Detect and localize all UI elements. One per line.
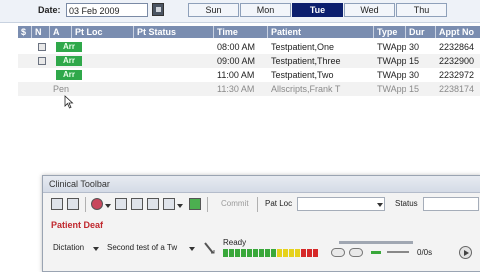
status-label: Status: [395, 199, 418, 208]
col-header-arrival[interactable]: A: [50, 26, 72, 38]
col-header-pt-status[interactable]: Pt Status: [134, 26, 214, 38]
mouse-cursor-icon: [64, 95, 74, 109]
cell-dur: 15: [409, 56, 420, 66]
table-row[interactable]: Pen 11:30 AM Allscripts,Frank T TWApp 15…: [18, 82, 480, 96]
pat-loc-label: Pat Loc: [265, 199, 293, 208]
col-header-time[interactable]: Time: [214, 26, 268, 38]
cell-patient[interactable]: Testpatient,Three: [268, 54, 374, 68]
cell-appt-no: 2232900: [439, 56, 475, 66]
cell-type: TWApp: [377, 70, 406, 80]
row-checkbox[interactable]: [38, 57, 46, 65]
tab-mon[interactable]: Mon: [240, 3, 291, 17]
chevron-down-icon[interactable]: [177, 204, 183, 208]
col-header-type[interactable]: Type: [374, 26, 406, 38]
volume-indicator: [371, 251, 381, 254]
rx-icon[interactable]: [163, 198, 175, 210]
arrived-badge[interactable]: Arr: [56, 70, 82, 80]
pending-status[interactable]: Pen: [50, 82, 74, 96]
fast-forward-button[interactable]: [349, 248, 363, 257]
clinical-toolbar-window: Clinical Toolbar Commit Pat Loc Status P…: [42, 175, 480, 272]
date-label: Date:: [38, 5, 61, 15]
cell-appt-no: 2232972: [439, 70, 475, 80]
flowsheet-icon[interactable]: [115, 198, 127, 210]
volume-slider[interactable]: [387, 251, 409, 253]
save-icon[interactable]: [189, 198, 201, 210]
dictation-item-select[interactable]: Second test of a Tw: [107, 243, 177, 252]
toolbar-divider: [207, 197, 208, 212]
tab-thu[interactable]: Thu: [396, 3, 447, 17]
rewind-button[interactable]: [331, 248, 345, 257]
chevron-down-icon[interactable]: [377, 203, 383, 207]
col-header-pt-loc[interactable]: Pt Loc: [72, 26, 134, 38]
results-icon[interactable]: [147, 198, 159, 210]
window-title: Clinical Toolbar: [49, 179, 110, 189]
day-tabs: Sun Mon Tue Wed Thu: [188, 3, 448, 17]
recording-status: Ready: [223, 238, 247, 247]
cell-time: 08:00 AM: [217, 42, 256, 52]
toolbar-divider: [85, 197, 86, 212]
orders-icon[interactable]: [131, 198, 143, 210]
dictation-bar: Dictation Second test of a Tw Ready 0/0s: [43, 236, 480, 260]
tab-tue[interactable]: Tue: [292, 3, 343, 17]
cell-type: TWApp: [377, 42, 406, 52]
col-header-charge[interactable]: $: [18, 26, 32, 38]
row-checkbox[interactable]: [38, 43, 46, 51]
tab-wed[interactable]: Wed: [344, 3, 395, 17]
audio-level-meter: [223, 249, 319, 257]
status-dropdown[interactable]: [423, 197, 479, 211]
patient-alert: Patient Deaf: [51, 220, 104, 230]
date-toolbar: Date: 03 Feb 2009 Sun Mon Tue Wed Thu: [0, 0, 480, 23]
arrived-badge[interactable]: Arr: [56, 42, 82, 52]
cell-patient[interactable]: Testpatient,One: [268, 40, 374, 54]
play-icon: [464, 250, 469, 256]
chevron-down-icon[interactable]: [105, 204, 111, 208]
chevron-down-icon[interactable]: [189, 247, 195, 251]
col-header-appt-no[interactable]: Appt No: [436, 26, 480, 38]
cell-type: TWApp: [377, 84, 406, 94]
time-readout: 0/0s: [417, 248, 433, 257]
pat-loc-dropdown[interactable]: [297, 197, 385, 211]
schedule-header: $ N A Pt Loc Pt Status Time Patient Type…: [18, 26, 480, 38]
calendar-icon[interactable]: [152, 3, 164, 16]
playback-slider[interactable]: [339, 241, 413, 244]
cell-time: 11:00 AM: [217, 70, 255, 80]
date-input[interactable]: 03 Feb 2009: [66, 3, 148, 17]
document-icon[interactable]: [67, 198, 79, 210]
col-header-patient[interactable]: Patient: [268, 26, 374, 38]
tab-sun[interactable]: Sun: [188, 3, 239, 17]
cell-dur: 30: [409, 70, 420, 80]
commit-button[interactable]: Commit: [221, 199, 249, 208]
cell-dur: 30: [409, 42, 420, 52]
heart-icon[interactable]: [91, 198, 103, 210]
microphone-icon[interactable]: [203, 241, 215, 255]
cell-appt-no: 2238174: [439, 84, 475, 94]
cell-time: 09:00 AM: [217, 56, 256, 66]
play-button[interactable]: [459, 246, 472, 259]
toolbar-divider: [257, 197, 258, 212]
arrived-badge[interactable]: Arr: [56, 56, 82, 66]
dictation-dropdown[interactable]: Dictation: [53, 243, 84, 252]
col-header-note[interactable]: N: [32, 26, 50, 38]
cell-patient[interactable]: Allscripts,Frank T: [268, 82, 374, 96]
cell-type: TWApp: [377, 56, 406, 66]
calendar-icon[interactable]: [51, 198, 63, 210]
table-row[interactable]: Arr 08:00 AM Testpatient,One TWApp 30 22…: [18, 40, 480, 54]
chevron-down-icon[interactable]: [93, 247, 99, 251]
toolbar-row: Commit Pat Loc Status: [43, 194, 480, 216]
cell-dur: 15: [409, 84, 420, 94]
cell-patient[interactable]: Testpatient,Two: [268, 68, 374, 82]
table-row[interactable]: Arr 09:00 AM Testpatient,Three TWApp 15 …: [18, 54, 480, 68]
col-header-dur[interactable]: Dur: [406, 26, 436, 38]
window-titlebar[interactable]: Clinical Toolbar: [43, 176, 480, 193]
cell-time: 11:30 AM: [217, 84, 255, 94]
cell-appt-no: 2232864: [439, 42, 475, 52]
table-row[interactable]: Arr 11:00 AM Testpatient,Two TWApp 30 22…: [18, 68, 480, 82]
